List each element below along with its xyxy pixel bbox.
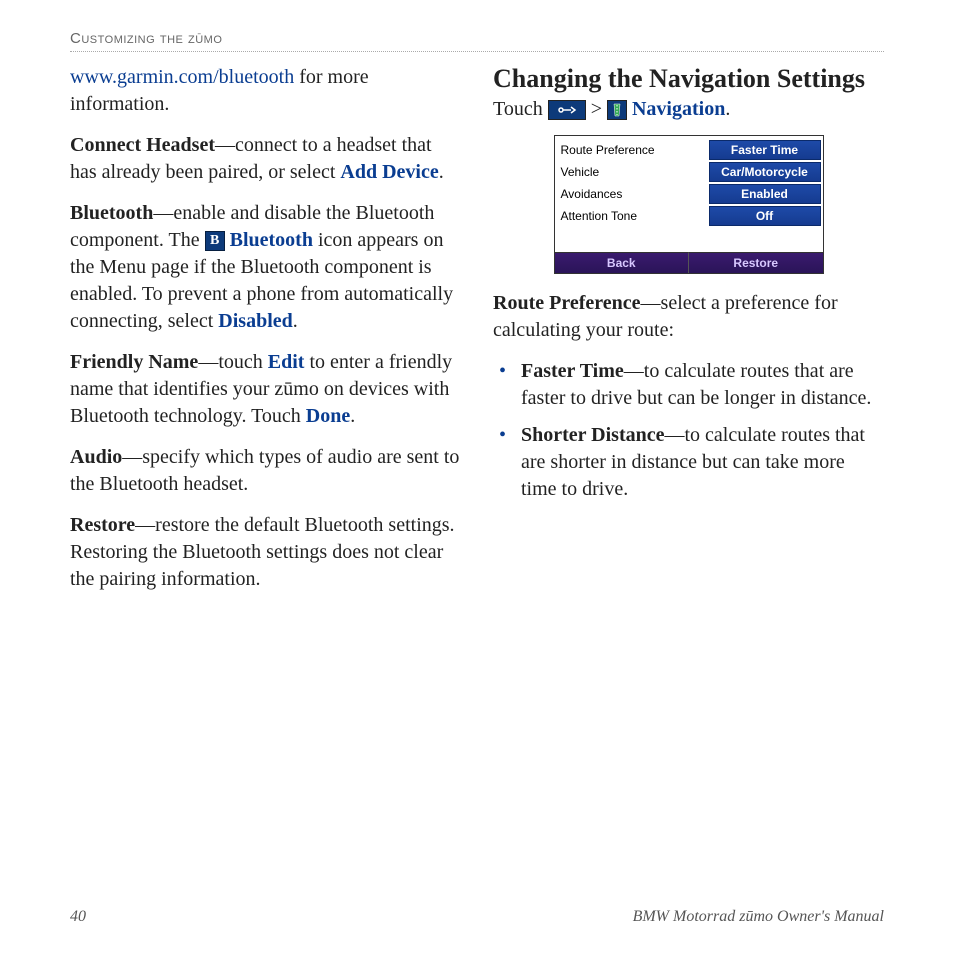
- ui-edit: Edit: [268, 351, 305, 373]
- manual-page: Customizing the zūmo www.garmin.com/blue…: [0, 0, 954, 954]
- road-icon: [607, 100, 627, 120]
- wrench-icon: [548, 100, 586, 120]
- audio-paragraph: Audio—specify which types of audio are s…: [70, 444, 461, 498]
- nav-settings-screenshot: Route Preference Faster Time Vehicle Car…: [554, 135, 824, 274]
- term-route-preference: Route Preference: [493, 292, 641, 314]
- screenshot-spacer: [557, 228, 821, 250]
- page-number: 40: [70, 908, 86, 926]
- period: .: [439, 161, 444, 183]
- row-label: Route Preference: [557, 143, 709, 157]
- section-header: Customizing the zūmo: [70, 30, 884, 52]
- term-restore: Restore: [70, 514, 135, 536]
- term-bluetooth: Bluetooth: [70, 202, 153, 224]
- row-label: Avoidances: [557, 187, 709, 201]
- bluetooth-link-paragraph: www.garmin.com/bluetooth for more inform…: [70, 64, 461, 118]
- row-value-button: Off: [709, 206, 821, 226]
- ui-done: Done: [306, 405, 350, 427]
- garmin-bluetooth-link[interactable]: www.garmin.com/bluetooth: [70, 66, 294, 88]
- bluetooth-paragraph: Bluetooth—enable and disable the Bluetoo…: [70, 200, 461, 335]
- period: .: [350, 405, 355, 427]
- screenshot-row: Vehicle Car/Motorcycle: [557, 162, 821, 182]
- period: .: [293, 310, 298, 332]
- row-value-button: Car/Motorcycle: [709, 162, 821, 182]
- row-label: Vehicle: [557, 165, 709, 179]
- term-friendly-name: Friendly Name: [70, 351, 198, 373]
- ui-navigation: Navigation: [632, 98, 725, 120]
- page-footer: 40 BMW Motorrad zūmo Owner's Manual: [70, 908, 884, 926]
- row-value-button: Enabled: [709, 184, 821, 204]
- manual-title: BMW Motorrad zūmo Owner's Manual: [633, 908, 884, 926]
- ui-bluetooth-label: Bluetooth: [230, 229, 313, 251]
- row-label: Attention Tone: [557, 209, 709, 223]
- screenshot-footer: Back Restore: [555, 252, 823, 273]
- route-options-list: Faster Time—to calculate routes that are…: [493, 358, 884, 503]
- list-item: Shorter Distance—to calculate routes tha…: [493, 422, 884, 503]
- period: .: [725, 98, 730, 120]
- screenshot-back-button: Back: [555, 252, 689, 273]
- screenshot-body: Route Preference Faster Time Vehicle Car…: [555, 136, 823, 252]
- screenshot-row: Route Preference Faster Time: [557, 140, 821, 160]
- term-audio: Audio: [70, 446, 122, 468]
- bluetooth-icon: B: [205, 231, 225, 251]
- term-shorter-distance: Shorter Distance: [521, 424, 665, 446]
- screenshot-restore-button: Restore: [688, 252, 823, 273]
- restore-paragraph: Restore—restore the default Bluetooth se…: [70, 512, 461, 593]
- row-value-button: Faster Time: [709, 140, 821, 160]
- body-text: —specify which types of audio are sent t…: [70, 446, 459, 495]
- ui-disabled: Disabled: [218, 310, 292, 332]
- term-connect-headset: Connect Headset: [70, 134, 215, 156]
- body-text: —touch: [198, 351, 267, 373]
- friendly-name-paragraph: Friendly Name—touch Edit to enter a frie…: [70, 349, 461, 430]
- right-column: Changing the Navigation Settings Touch >…: [493, 64, 884, 607]
- touch-sep: >: [586, 98, 607, 120]
- term-faster-time: Faster Time: [521, 360, 624, 382]
- two-column-layout: www.garmin.com/bluetooth for more inform…: [70, 64, 884, 607]
- connect-headset-paragraph: Connect Headset—connect to a headset tha…: [70, 132, 461, 186]
- touch-prefix: Touch: [493, 98, 548, 120]
- heading-changing-nav: Changing the Navigation Settings: [493, 64, 884, 94]
- left-column: www.garmin.com/bluetooth for more inform…: [70, 64, 461, 607]
- route-preference-paragraph: Route Preference—select a preference for…: [493, 290, 884, 344]
- screenshot-row: Attention Tone Off: [557, 206, 821, 226]
- touch-instruction: Touch > Navigation.: [493, 98, 884, 121]
- screenshot-row: Avoidances Enabled: [557, 184, 821, 204]
- list-item: Faster Time—to calculate routes that are…: [493, 358, 884, 412]
- ui-add-device: Add Device: [340, 161, 438, 183]
